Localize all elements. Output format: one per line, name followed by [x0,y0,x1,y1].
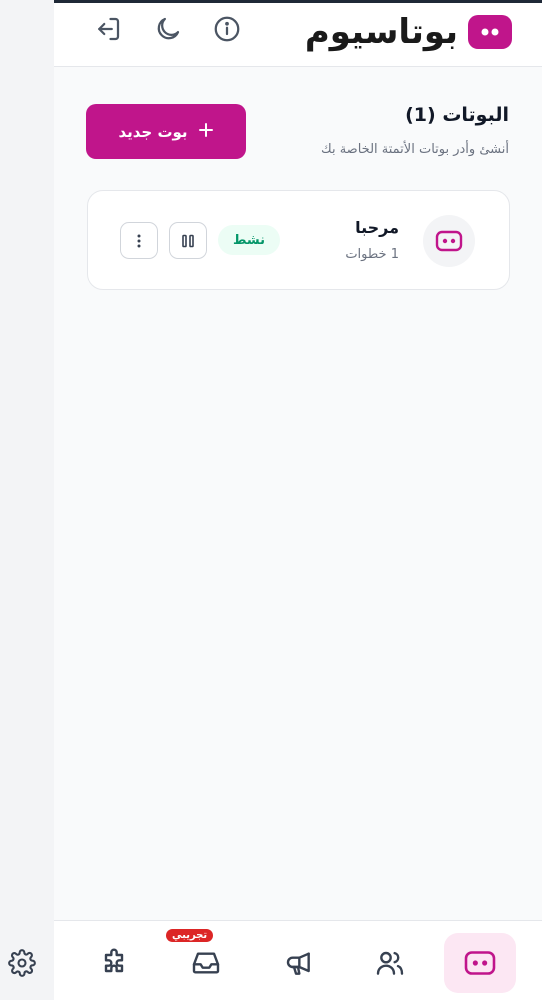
new-bot-label: بوت جديد [118,122,188,141]
settings-button[interactable] [2,943,42,983]
nav-broadcast[interactable] [262,933,334,993]
kebab-icon [137,234,141,247]
gear-icon [8,949,36,977]
more-options-button[interactable] [120,222,158,259]
inbox-icon [192,952,220,974]
trial-badge: تجريبي [166,929,214,942]
plus-icon [198,122,214,142]
users-icon [376,951,404,975]
pause-button[interactable] [169,222,207,259]
nav-bots[interactable] [444,933,516,993]
brand-name: بوتاسيوم [304,12,459,52]
bot-name[interactable]: مرحبا [355,218,399,237]
brand[interactable]: بوتاسيوم [305,7,512,57]
brand-logo-icon [468,15,512,49]
logout-icon[interactable] [88,9,128,49]
info-icon[interactable] [207,9,247,49]
moon-icon[interactable] [148,9,188,49]
status-badge: نشط [218,225,280,255]
puzzle-icon [104,948,124,973]
bot-avatar-icon [423,215,475,267]
nav-users[interactable] [354,933,426,993]
page-title: البوتات (1) [405,104,509,126]
nav-inbox[interactable] [170,933,242,993]
bot-card[interactable]: مرحبا 1 خطوات نشط [87,190,510,290]
nav-integrations[interactable] [78,933,150,993]
bottom-nav: تجريبي [54,920,542,1000]
megaphone-icon [286,952,310,975]
new-bot-button[interactable]: بوت جديد [86,104,246,159]
bots-icon [464,951,496,975]
bot-steps: 1 خطوات [345,247,399,262]
app-header: بوتاسيوم [54,3,542,67]
page-subtitle: أنشئ وأدر بوتات الأتمتة الخاصة بك [321,142,509,157]
sidebar-strip [0,0,54,1000]
